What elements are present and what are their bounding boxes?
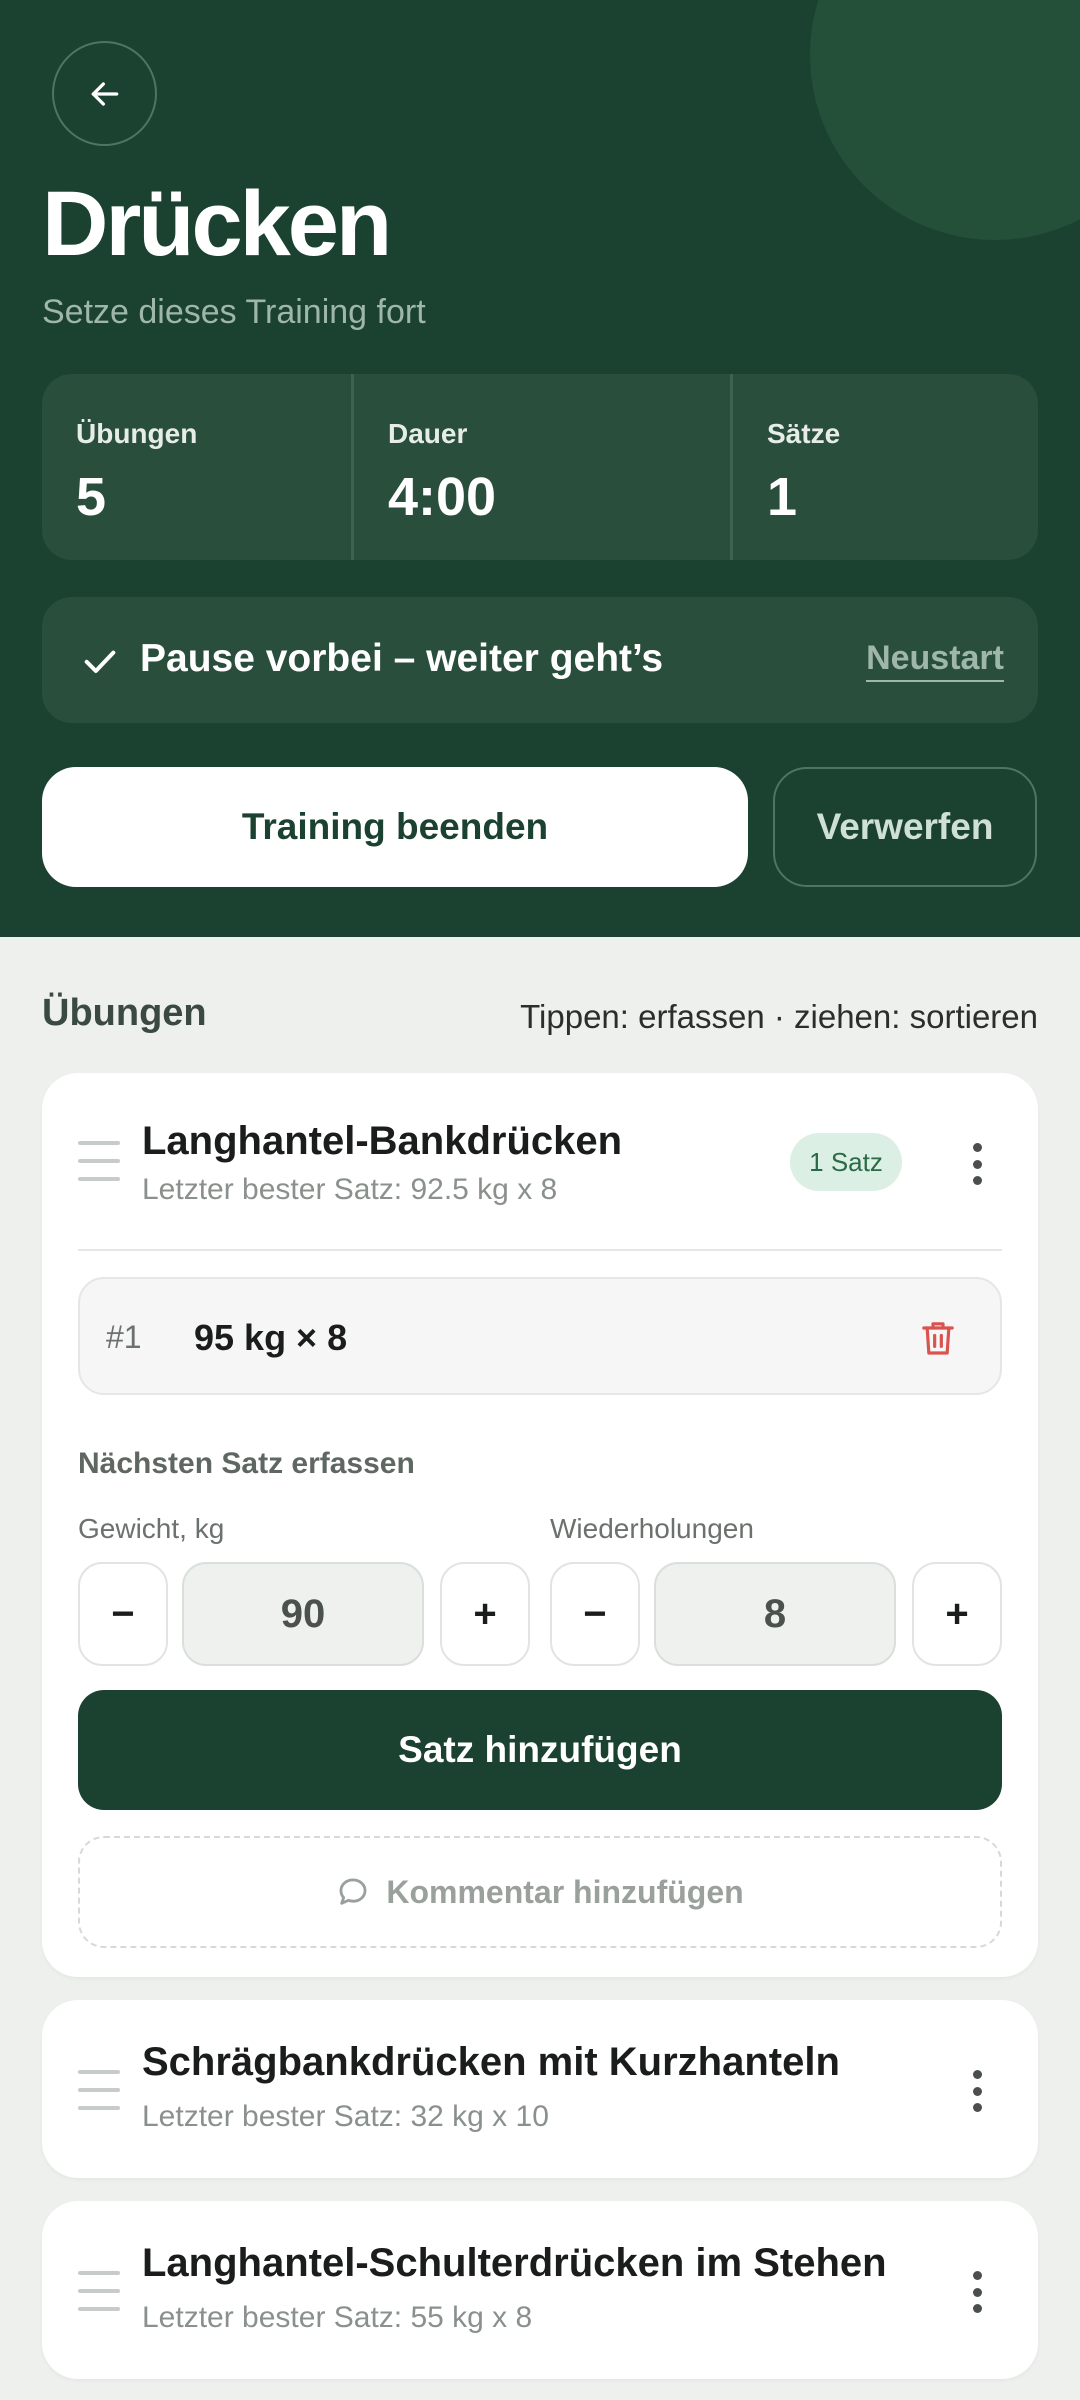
- weight-increment-button[interactable]: +: [440, 1562, 530, 1666]
- comment-icon: [339, 1878, 367, 1905]
- more-vertical-icon[interactable]: [972, 2070, 982, 2112]
- more-vertical-icon[interactable]: [972, 2271, 982, 2313]
- reps-increment-button[interactable]: +: [912, 1562, 1002, 1666]
- set-count-badge: 1 Satz: [790, 1133, 902, 1191]
- reps-decrement-button[interactable]: −: [550, 1562, 640, 1666]
- check-icon: [84, 650, 116, 673]
- set-number: #1: [106, 1319, 142, 1355]
- end-workout-button[interactable]: Training beenden: [42, 767, 748, 887]
- workout-header: Drücken Setze dieses Training fort Übung…: [0, 0, 1080, 937]
- reps-label: Wiederholungen: [550, 1513, 754, 1544]
- rest-timer-banner: Pause vorbei – weiter geht’s Neustart: [42, 597, 1038, 723]
- exercise-name[interactable]: Langhantel-Schulterdrücken im Stehen: [142, 2241, 887, 2286]
- decorative-circle: [810, 0, 1080, 240]
- discard-workout-button[interactable]: Verwerfen: [773, 767, 1037, 887]
- add-comment-label: Kommentar hinzufügen: [386, 1873, 744, 1910]
- page-subtitle: Setze dieses Training fort: [42, 293, 426, 331]
- logged-set-row: #1 95 kg × 8: [78, 1277, 1002, 1395]
- arrow-left-icon: [91, 81, 118, 106]
- add-comment-button[interactable]: Kommentar hinzufügen: [78, 1836, 1002, 1948]
- set-value: 95 kg × 8: [194, 1317, 348, 1358]
- trash-icon[interactable]: [918, 1317, 958, 1359]
- stat-label: Übungen: [76, 418, 198, 449]
- add-set-button[interactable]: Satz hinzufügen: [78, 1690, 1002, 1810]
- stat-duration: Dauer 4:00: [351, 374, 730, 560]
- next-set-label: Nächsten Satz erfassen: [78, 1447, 415, 1480]
- stat-value: 1: [767, 467, 798, 527]
- stat-exercises: Übungen 5: [42, 374, 351, 560]
- exercise-last-best: Letzter bester Satz: 32 kg x 10: [142, 2100, 549, 2133]
- back-button[interactable]: [52, 41, 157, 146]
- exercise-last-best: Letzter bester Satz: 92.5 kg x 8: [142, 1173, 558, 1206]
- more-vertical-icon[interactable]: [972, 1143, 982, 1185]
- weight-input[interactable]: 90: [182, 1562, 424, 1666]
- weight-decrement-button[interactable]: −: [78, 1562, 168, 1666]
- stat-sets: Sätze 1: [730, 374, 1038, 560]
- exercises-section-hint: Tippen: erfassen · ziehen: sortieren: [520, 998, 1038, 1035]
- restart-timer-link[interactable]: Neustart: [866, 639, 1004, 682]
- drag-handle-icon[interactable]: [78, 2271, 120, 2311]
- page-title: Drücken: [42, 173, 392, 275]
- exercise-name[interactable]: Schrägbankdrücken mit Kurzhanteln: [142, 2040, 840, 2085]
- drag-handle-icon[interactable]: [78, 2070, 120, 2110]
- exercise-last-best: Letzter bester Satz: 55 kg x 8: [142, 2301, 533, 2334]
- stats-panel: Übungen 5 Dauer 4:00 Sätze 1: [42, 374, 1038, 560]
- stat-label: Sätze: [767, 418, 841, 449]
- reps-input[interactable]: 8: [654, 1562, 896, 1666]
- weight-label: Gewicht, kg: [78, 1513, 225, 1544]
- stat-value: 5: [76, 467, 107, 527]
- rest-status-text: Pause vorbei – weiter geht’s: [140, 637, 664, 680]
- drag-handle-icon[interactable]: [78, 1141, 120, 1181]
- stat-label: Dauer: [388, 418, 468, 449]
- exercise-name[interactable]: Langhantel-Bankdrücken: [142, 1119, 622, 1164]
- exercise-card[interactable]: Schrägbankdrücken mit Kurzhanteln Letzte…: [42, 2000, 1038, 2178]
- exercise-card-expanded: Langhantel-Bankdrücken Letzter bester Sa…: [42, 1073, 1038, 1977]
- divider: [78, 1249, 1002, 1251]
- stat-value: 4:00: [388, 467, 497, 527]
- exercise-card[interactable]: Langhantel-Schulterdrücken im Stehen Let…: [42, 2201, 1038, 2379]
- exercises-section-title: Übungen: [42, 992, 207, 1034]
